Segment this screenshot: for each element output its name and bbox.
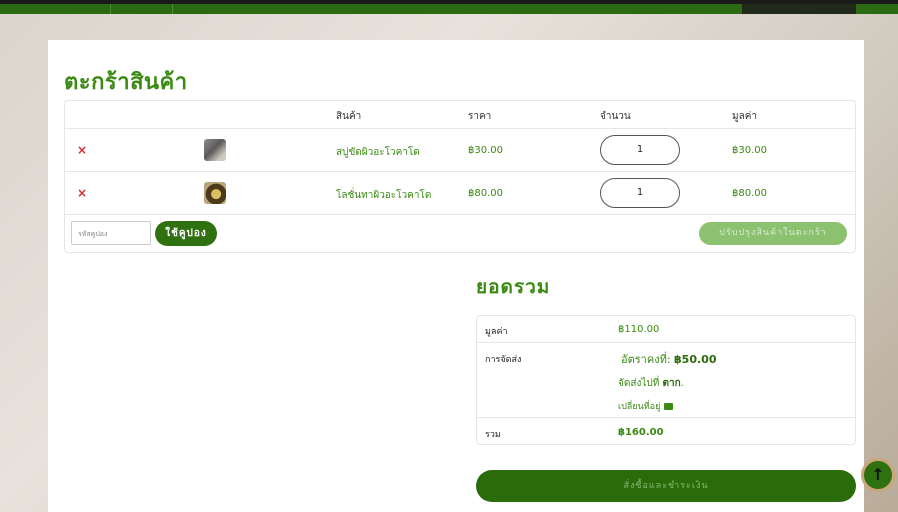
header-quantity: จำนวน (600, 111, 631, 122)
totals-row-subtotal: มูลค่า ฿110.00 (477, 316, 855, 343)
product-price: ฿30.00 (468, 145, 503, 156)
ship-to-destination: จัดส่งไปที่ ตาก. (618, 378, 684, 389)
truck-icon (664, 403, 674, 410)
nav-highlight (742, 4, 856, 14)
change-address-link[interactable]: เปลี่ยนที่อยู่ (618, 399, 674, 413)
subtotal-label: มูลค่า (485, 327, 508, 337)
close-icon[interactable]: × (77, 186, 87, 200)
total-value: ฿160.00 (618, 427, 664, 438)
total-label: รวม (485, 430, 501, 440)
product-name-link[interactable]: สบู่ขัดผิวอะโวคาโด (336, 145, 420, 160)
product-subtotal: ฿30.00 (732, 145, 767, 156)
proceed-to-checkout-button[interactable]: สั่งซื้อและชำระเงิน (476, 470, 856, 502)
close-icon[interactable]: × (77, 143, 87, 157)
quantity-input[interactable]: 1 (600, 135, 680, 165)
apply-coupon-button[interactable]: ใช้คูปอง (155, 221, 217, 246)
soap-product-image[interactable] (204, 139, 226, 161)
shipping-label: การจัดส่ง (485, 355, 522, 365)
nav-divider (110, 4, 111, 14)
top-navigation-bar (0, 0, 898, 14)
arrow-up-icon[interactable]: ↑ (861, 458, 895, 492)
coupon-input[interactable]: รหัสคูปอง (71, 221, 151, 245)
cart-row: × สบู่ขัดผิวอะโวคาโด ฿30.00 1 ฿30.00 (65, 129, 855, 172)
lotion-product-image[interactable] (204, 182, 226, 204)
product-price: ฿80.00 (468, 188, 503, 199)
header-product: สินค้า (336, 111, 362, 122)
header-price: ราคา (468, 111, 492, 122)
product-subtotal: ฿80.00 (732, 188, 767, 199)
cart-totals-table: มูลค่า ฿110.00 การจัดส่ง อัตราคงที่: ฿50… (476, 315, 856, 445)
cart-totals-title: ยอดรวม (476, 276, 551, 298)
quantity-input[interactable]: 1 (600, 178, 680, 208)
update-cart-button[interactable]: ปรับปรุงสินค้าในตะกร้า (699, 222, 847, 245)
product-name-link[interactable]: โลชั่นทาผิวอะโวคาโด (336, 188, 431, 203)
cart-table: สินค้า ราคา จำนวน มูลค่า × สบู่ขัดผิวอะโ… (64, 100, 856, 253)
subtotal-value: ฿110.00 (618, 324, 660, 335)
header-subtotal: มูลค่า (732, 111, 758, 122)
totals-row-total: รวม ฿160.00 (477, 418, 855, 445)
page-title: ตะกร้าสินค้า (64, 70, 188, 95)
cart-table-header: สินค้า ราคา จำนวน มูลค่า (65, 101, 855, 129)
shipping-rate: อัตราคงที่: ฿50.00 (621, 353, 717, 366)
cart-row: × โลชั่นทาผิวอะโวคาโด ฿80.00 1 ฿80.00 (65, 172, 855, 215)
nav-divider (172, 4, 173, 14)
